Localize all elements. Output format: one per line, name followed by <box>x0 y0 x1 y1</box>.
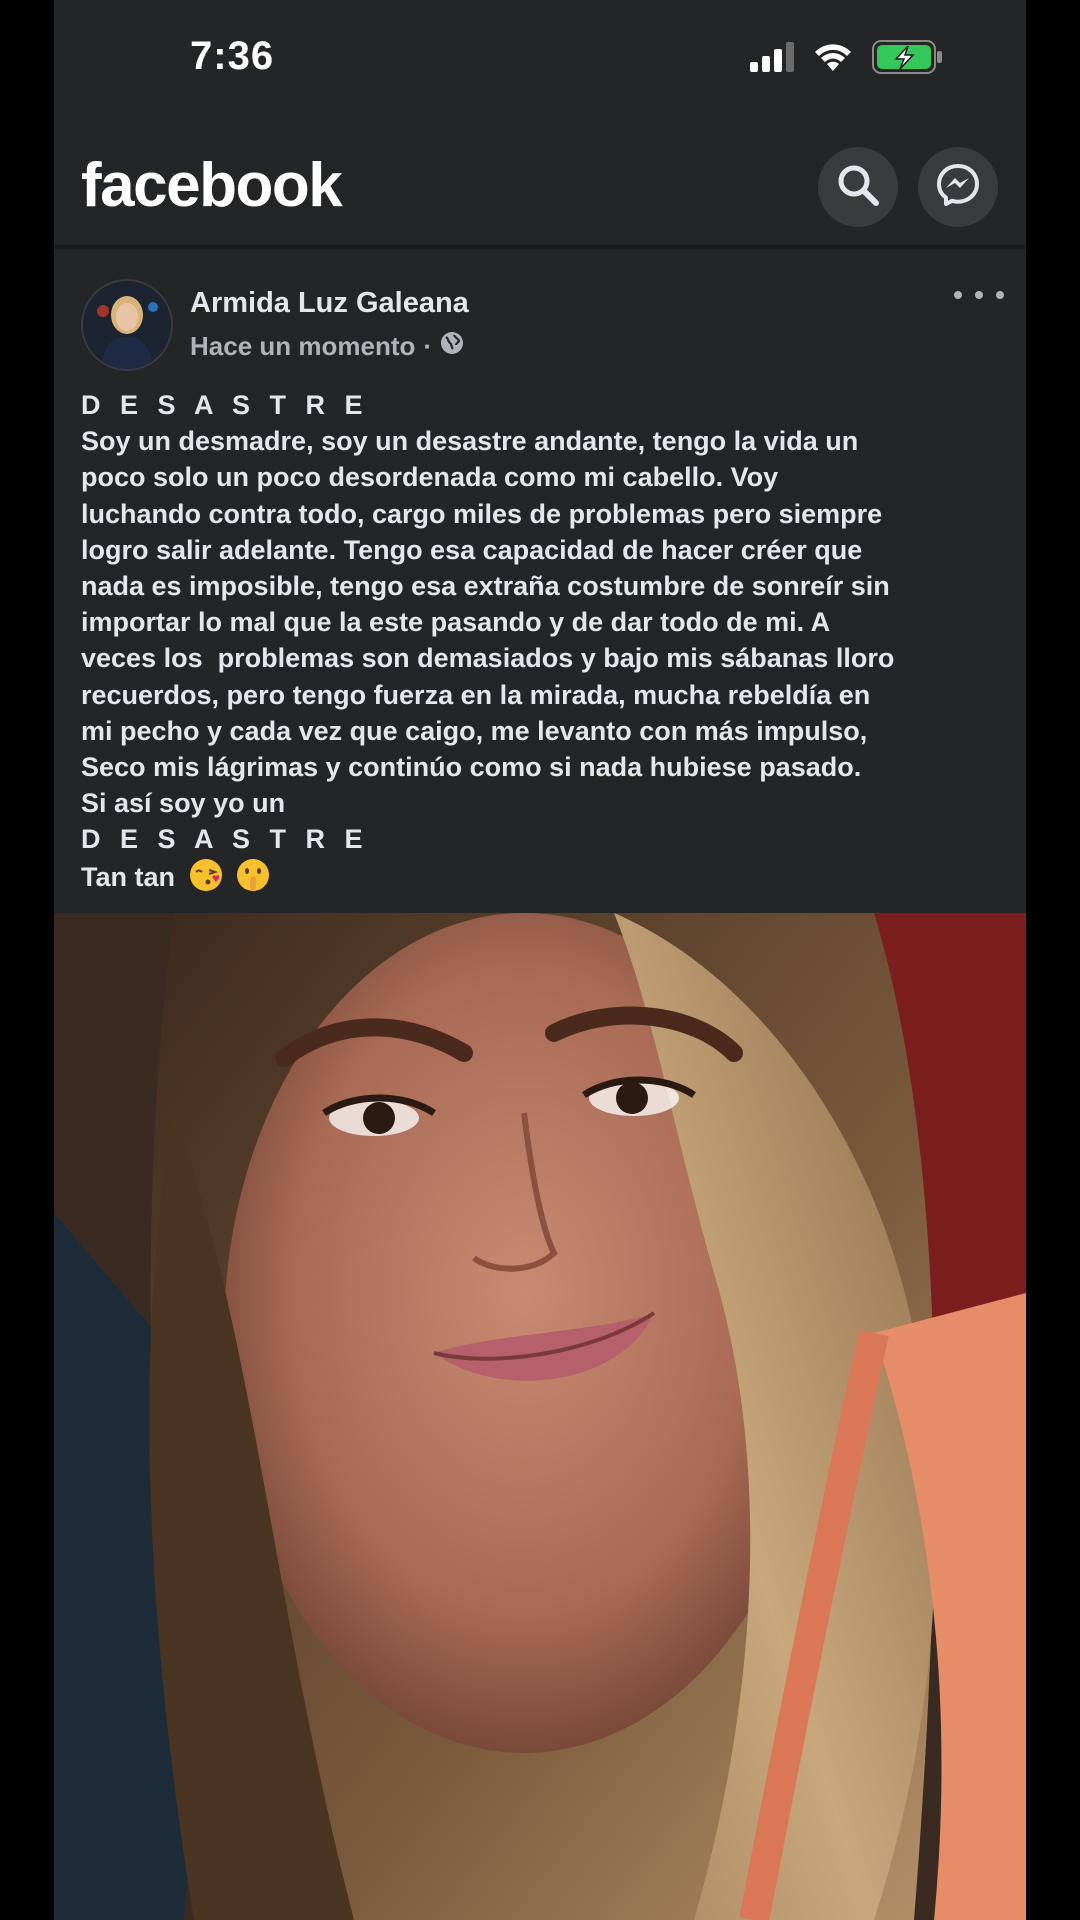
post-line: poco solo un poco desordenada como mi ca… <box>81 462 779 493</box>
post-line: Seco mis lágrimas y continúo como si nad… <box>81 752 862 783</box>
more-dot <box>996 291 1004 299</box>
post-time[interactable]: Hace un momento <box>190 331 415 362</box>
search-button[interactable] <box>818 147 898 227</box>
kissing-face-emoji <box>189 858 223 892</box>
post-line: mi pecho y cada vez que caigo, me levant… <box>81 715 868 746</box>
status-icons <box>750 40 944 79</box>
facebook-logo[interactable]: facebook <box>81 150 343 221</box>
post-line: Tan tan <box>81 861 175 892</box>
more-dot <box>975 291 983 299</box>
post-line: Si así soy yo un <box>81 788 286 819</box>
selfie-photo[interactable] <box>54 913 1026 1920</box>
battery-charging-icon <box>872 40 944 79</box>
post-last-line: Tan tan <box>81 858 1006 895</box>
post-line: nada es imposible, tengo esa extraña cos… <box>81 571 890 602</box>
post-line: Soy un desmadre, soy un desastre andante… <box>81 426 859 457</box>
messenger-button[interactable] <box>918 147 998 227</box>
wifi-icon <box>812 42 854 77</box>
search-icon <box>836 163 880 212</box>
post-author[interactable]: Armida Luz Galeana <box>190 287 469 320</box>
avatar[interactable] <box>81 279 173 371</box>
signal-icon <box>750 42 794 77</box>
globe-icon <box>440 331 464 362</box>
post-line: D E S A S T R E <box>81 390 369 420</box>
post-line: logro salir adelante. Tengo esa capacida… <box>81 534 863 565</box>
post-line: veces los problemas son demasiados y baj… <box>81 643 895 674</box>
more-options-button[interactable] <box>954 283 1004 307</box>
post-line: D E S A S T R E <box>81 824 369 855</box>
post-line: luchando contra todo, cargo miles de pro… <box>81 498 883 529</box>
more-dot <box>954 291 962 299</box>
post-text: D E S A S T R E Soy un desmadre, soy un … <box>81 387 1006 895</box>
messenger-icon <box>936 163 980 212</box>
app-header: facebook <box>54 120 1026 249</box>
post-meta: Hace un momento · <box>190 331 464 362</box>
status-time: 7:36 <box>190 34 275 78</box>
post-line: importar lo mal que la este pasando y de… <box>81 607 831 638</box>
phone-screen: 7:36 facebook Armida Luz Galeana Hace un… <box>54 0 1026 1920</box>
status-bar: 7:36 <box>54 0 1026 120</box>
shushing-face-emoji <box>236 858 270 892</box>
post-line: recuerdos, pero tengo fuerza en la mirad… <box>81 679 871 710</box>
meta-separator: · <box>423 331 433 361</box>
post: Armida Luz Galeana Hace un momento · D E… <box>54 249 1026 912</box>
